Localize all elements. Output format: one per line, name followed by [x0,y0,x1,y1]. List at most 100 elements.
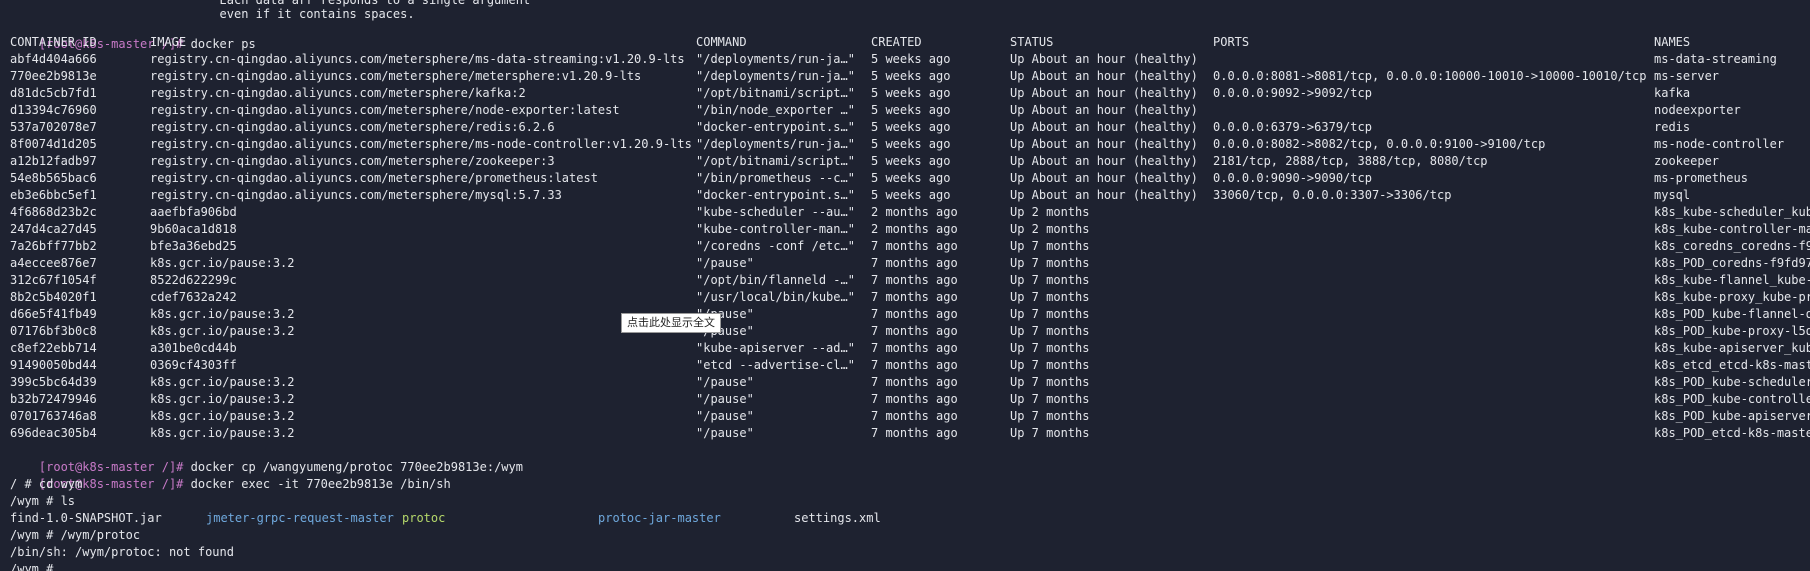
header-status: STATUS [1010,35,1054,49]
cell-image: k8s.gcr.io/pause:3.2 [150,375,295,389]
cell-status: Up About an hour (healthy) [1010,52,1198,66]
terminal-window[interactable]: Each data arr responds to a single argum… [0,0,1810,571]
cell-container-id: 8f0074d1d205 [10,137,97,151]
cell-status: Up About an hour (healthy) [1010,154,1198,168]
cell-container-id: d13394c76960 [10,103,97,117]
cell-names: ms-node-controller [1654,137,1785,151]
cell-created: 7 months ago [871,273,958,287]
cell-created: 7 months ago [871,256,958,270]
cell-image: aaefbfa906bd [150,205,237,219]
show-full-text-tooltip[interactable]: 点击此处显示全文 [621,313,721,333]
cell-status: Up About an hour (healthy) [1010,86,1198,100]
table-row: d13394c76960 registry.cn-qingdao.aliyuncs… [10,102,1800,119]
cell-container-id: 696deac305b4 [10,426,97,440]
table-row: d66e5f41fb49 k8s.gcr.io/pause:3.2 "/pause"… [10,306,1810,323]
cell-image: k8s.gcr.io/pause:3.2 [150,256,295,270]
error-line: /bin/sh: /wym/protoc: not found [10,545,234,559]
cell-container-id: 8b2c5b4020f1 [10,290,97,304]
cell-status: Up About an hour (healthy) [1010,171,1198,185]
cell-command: "docker-entrypoint.s…" [696,120,855,134]
shell-line: / # cd wym [10,477,83,491]
cell-container-id: a12b12fadb97 [10,154,97,168]
cell-created: 5 weeks ago [871,120,951,134]
cell-image: registry.cn-qingdao.aliyuncs.com/metersp… [150,171,598,185]
header-command: COMMAND [696,35,747,49]
cell-container-id: 247d4ca27d45 [10,222,97,236]
cell-names: k8s_POD_kube-scheduler [1654,375,1810,389]
cell-names: k8s_kube-scheduler_kub [1654,205,1810,219]
cell-status: Up 7 months [1010,341,1090,355]
cell-status: Up 7 months [1010,239,1090,253]
table-row: b32b72479946 k8s.gcr.io/pause:3.2 "/pause"… [10,391,1810,408]
cell-status: Up 7 months [1010,426,1090,440]
cell-ports: 33060/tcp, 0.0.0.0:3307->3306/tcp [1213,188,1452,202]
cell-image: k8s.gcr.io/pause:3.2 [150,392,295,406]
cell-image: k8s.gcr.io/pause:3.2 [150,426,295,440]
shell-line: /wym # [10,562,54,571]
shell-line: /wym # ls [10,494,76,508]
cell-command: "/pause" [696,375,754,389]
cell-created: 5 weeks ago [871,154,951,168]
cell-image: cdef7632a242 [150,290,237,304]
cell-ports: 0.0.0.0:9092->9092/tcp [1213,86,1372,100]
cell-status: Up 2 months [1010,205,1090,219]
cell-command: "/opt/bin/flanneld -…" [696,273,855,287]
cell-status: Up 7 months [1010,392,1090,406]
table-row: 399c5bc64d39 k8s.gcr.io/pause:3.2 "/pause"… [10,374,1810,391]
directory-entry: jmeter-grpc-request-master [206,511,394,525]
prompt-line: [root@k8s-master /]# docker exec -it 770… [10,459,451,491]
cell-status: Up About an hour (healthy) [1010,69,1198,83]
cell-image: registry.cn-qingdao.aliyuncs.com/metersp… [150,154,555,168]
header-container-id: CONTAINER ID [10,35,97,49]
cell-command: "/deployments/run-ja…" [696,69,855,83]
cell-created: 5 weeks ago [871,188,951,202]
cell-command: "/pause" [696,409,754,423]
cell-container-id: d81dc5cb7fd1 [10,86,97,100]
table-row: 247d4ca27d45 9b60aca1d818 "kube-controller… [10,221,1810,238]
cell-names: kafka [1654,86,1691,100]
cell-container-id: eb3e6bbc5ef1 [10,188,97,202]
cell-names: ms-server [1654,69,1720,83]
cell-image: registry.cn-qingdao.aliyuncs.com/metersp… [150,52,685,66]
cell-status: Up About an hour (healthy) [1010,103,1198,117]
cell-container-id: d66e5f41fb49 [10,307,97,321]
cell-status: Up 7 months [1010,307,1090,321]
table-row: d81dc5cb7fd1 registry.cn-qingdao.aliyuncs… [10,85,1800,102]
cell-status: Up 2 months [1010,222,1090,236]
cell-status: Up 7 months [1010,409,1090,423]
cell-command: "/bin/node_exporter …" [696,103,855,117]
cell-created: 7 months ago [871,307,958,321]
header-created: CREATED [871,35,922,49]
cell-names: mysql [1654,188,1691,202]
cell-names: k8s_kube-controller-ma [1654,222,1810,236]
cell-created: 7 months ago [871,324,958,338]
cell-ports: 2181/tcp, 2888/tcp, 3888/tcp, 8080/tcp [1213,154,1488,168]
cell-names: k8s_kube-apiserver_kub [1654,341,1810,355]
table-row: 8f0074d1d205 registry.cn-qingdao.aliyuncs… [10,136,1800,153]
cell-container-id: a4eccee876e7 [10,256,97,270]
cell-image: k8s.gcr.io/pause:3.2 [150,307,295,321]
cell-status: Up 7 months [1010,358,1090,372]
cell-command: "/pause" [696,256,754,270]
cell-command: "/opt/bitnami/script…" [696,86,855,100]
cell-status: Up About an hour (healthy) [1010,120,1198,134]
cell-names: k8s_kube-proxy_kube-pr [1654,290,1810,304]
cell-ports: 0.0.0.0:8081->8081/tcp, 0.0.0.0:10000-10… [1213,69,1647,83]
cell-names: k8s_etcd_etcd-k8s-mast [1654,358,1810,372]
cell-status: Up 7 months [1010,290,1090,304]
ps-header-row: CONTAINER ID IMAGE COMMAND CREATED STATU… [10,34,1800,51]
table-row: 537a702078e7 registry.cn-qingdao.aliyuncs… [10,119,1800,136]
cell-command: "/bin/prometheus --c…" [696,171,855,185]
cell-status: Up About an hour (healthy) [1010,137,1198,151]
cell-created: 5 weeks ago [871,103,951,117]
cell-created: 5 weeks ago [871,86,951,100]
cell-status: Up 7 months [1010,375,1090,389]
header-names: NAMES [1654,35,1691,49]
shell-line: /wym # /wym/protoc [10,528,141,542]
cell-names: k8s_coredns_coredns-f9 [1654,239,1810,253]
cell-container-id: 770ee2b9813e [10,69,97,83]
cell-command: "/usr/local/bin/kube…" [696,290,855,304]
cell-container-id: 4f6868d23b2c [10,205,97,219]
cell-names: k8s_POD_etcd-k8s-maste [1654,426,1810,440]
table-row: c8ef22ebb714 a301be0cd44b "kube-apiserver … [10,340,1810,357]
